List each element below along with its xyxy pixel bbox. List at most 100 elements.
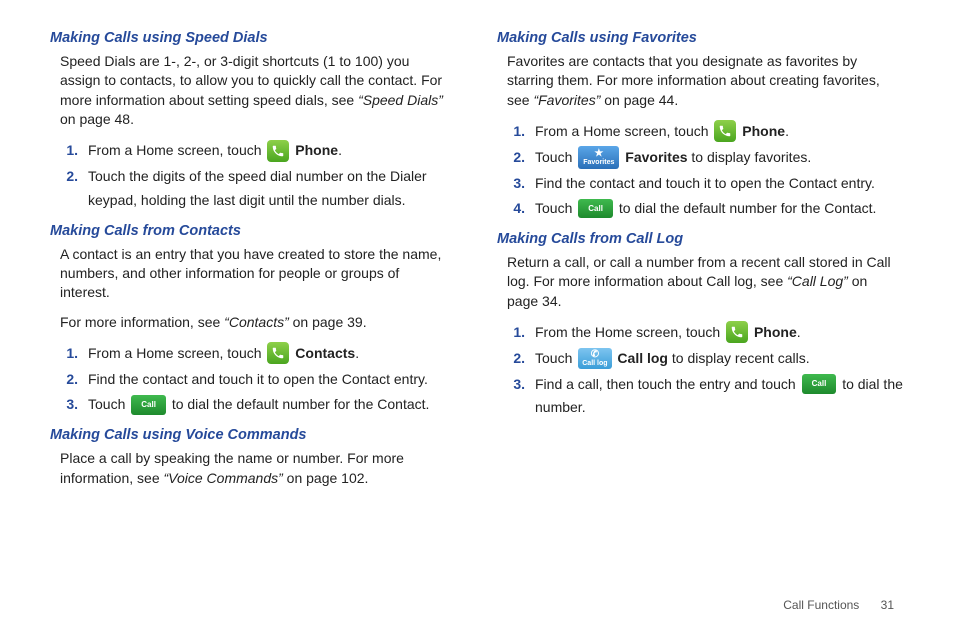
step-item: 1. From the Home screen, touch Phone.	[497, 321, 904, 345]
step-text: Find a call, then touch the entry and to…	[535, 373, 904, 421]
step-text: Touch Call to dial the default number fo…	[88, 393, 457, 417]
step-text: From a Home screen, touch Contacts.	[88, 342, 457, 366]
paragraph: For more information, see “Contacts” on …	[60, 313, 447, 332]
label-bold: Phone	[742, 123, 785, 139]
step-item: 1. From a Home screen, touch Phone.	[50, 139, 457, 163]
step-item: 2. Touch ★Favorites Favorites to display…	[497, 146, 904, 170]
step-text: From a Home screen, touch Phone.	[535, 120, 904, 144]
step-text: Find the contact and touch it to open th…	[535, 172, 904, 196]
step-item: 1. From a Home screen, touch Phone.	[497, 120, 904, 144]
step-item: 1. From a Home screen, touch Contacts.	[50, 342, 457, 366]
text: .	[355, 345, 359, 361]
step-number: 1.	[50, 342, 78, 366]
text: For more information, see	[60, 314, 224, 330]
two-column-layout: Making Calls using Speed Dials Speed Dia…	[50, 30, 904, 498]
step-text: From the Home screen, touch Phone.	[535, 321, 904, 345]
text: Touch	[535, 149, 576, 165]
phone-icon	[714, 120, 736, 142]
paragraph: Return a call, or call a number from a r…	[507, 253, 894, 311]
cross-reference: “Call Log”	[787, 273, 848, 289]
step-number: 3.	[497, 373, 525, 397]
ordered-steps: 1. From a Home screen, touch Phone. 2. T…	[497, 120, 904, 221]
text: on page 39.	[289, 314, 367, 330]
ordered-steps: 1. From the Home screen, touch Phone. 2.…	[497, 321, 904, 420]
label-bold: Call log	[617, 350, 668, 366]
step-text: Touch the digits of the speed dial numbe…	[88, 165, 457, 213]
phone-icon	[267, 140, 289, 162]
step-item: 2. Find the contact and touch it to open…	[50, 368, 457, 392]
step-item: 2. Touch the digits of the speed dial nu…	[50, 165, 457, 213]
step-number: 2.	[497, 347, 525, 371]
text: .	[797, 324, 801, 340]
section-heading: Making Calls using Favorites	[497, 30, 904, 46]
footer-section: Call Functions	[783, 598, 859, 612]
step-number: 2.	[50, 368, 78, 392]
text: Touch	[88, 396, 129, 412]
step-number: 2.	[497, 146, 525, 170]
icon-label: Favorites	[583, 159, 614, 166]
label-bold: Phone	[295, 142, 338, 158]
text: on page 48.	[60, 111, 134, 127]
step-item: 3. Find a call, then touch the entry and…	[497, 373, 904, 421]
text: .	[338, 142, 342, 158]
left-column: Making Calls using Speed Dials Speed Dia…	[50, 30, 457, 498]
phone-icon	[726, 321, 748, 343]
document-page: Making Calls using Speed Dials Speed Dia…	[0, 0, 954, 636]
cross-reference: “Voice Commands”	[164, 470, 283, 486]
text: Find a call, then touch the entry and to…	[535, 376, 800, 392]
text: From the Home screen, touch	[535, 324, 724, 340]
text: to display recent calls.	[668, 350, 810, 366]
icon-label: Call log	[582, 360, 607, 367]
favorites-icon: ★Favorites	[578, 146, 619, 169]
ordered-steps: 1. From a Home screen, touch Phone. 2. T…	[50, 139, 457, 212]
ordered-steps: 1. From a Home screen, touch Contacts. 2…	[50, 342, 457, 417]
step-number: 1.	[497, 120, 525, 144]
cross-reference: “Speed Dials”	[358, 92, 443, 108]
paragraph: Favorites are contacts that you designat…	[507, 52, 894, 110]
cross-reference: “Contacts”	[224, 314, 289, 330]
step-number: 1.	[50, 139, 78, 163]
section-heading: Making Calls using Speed Dials	[50, 30, 457, 46]
step-item: 4. Touch Call to dial the default number…	[497, 197, 904, 221]
section-heading: Making Calls using Voice Commands	[50, 427, 457, 443]
call-log-icon: ✆Call log	[578, 348, 611, 369]
right-column: Making Calls using Favorites Favorites a…	[497, 30, 904, 498]
step-text: From a Home screen, touch Phone.	[88, 139, 457, 163]
step-number: 1.	[497, 321, 525, 345]
label-bold: Phone	[754, 324, 797, 340]
text: .	[785, 123, 789, 139]
label-bold: Contacts	[295, 345, 355, 361]
step-number: 3.	[497, 172, 525, 196]
text: From a Home screen, touch	[88, 142, 265, 158]
call-button-icon: Call	[578, 199, 613, 219]
step-number: 2.	[50, 165, 78, 189]
text: From a Home screen, touch	[88, 345, 265, 361]
step-text: Find the contact and touch it to open th…	[88, 368, 457, 392]
step-text: Touch ✆Call log Call log to display rece…	[535, 347, 904, 371]
step-text: Touch ★Favorites Favorites to display fa…	[535, 146, 904, 170]
step-number: 4.	[497, 197, 525, 221]
text: to dial the default number for the Conta…	[172, 396, 430, 412]
section-heading: Making Calls from Call Log	[497, 231, 904, 247]
paragraph: Place a call by speaking the name or num…	[60, 449, 447, 488]
text: Touch	[535, 200, 576, 216]
call-button-icon: Call	[131, 395, 166, 415]
phone-icon	[267, 342, 289, 364]
step-item: 2. Touch ✆Call log Call log to display r…	[497, 347, 904, 371]
text: on page 102.	[283, 470, 369, 486]
text: to display favorites.	[688, 149, 812, 165]
page-number: 31	[881, 598, 894, 612]
step-item: 3. Find the contact and touch it to open…	[497, 172, 904, 196]
step-number: 3.	[50, 393, 78, 417]
step-text: Touch Call to dial the default number fo…	[535, 197, 904, 221]
label-bold: Favorites	[625, 149, 687, 165]
page-footer: Call Functions 31	[783, 598, 894, 612]
call-button-icon: Call	[802, 374, 837, 394]
text: From a Home screen, touch	[535, 123, 712, 139]
section-heading: Making Calls from Contacts	[50, 223, 457, 239]
paragraph: Speed Dials are 1-, 2-, or 3-digit short…	[60, 52, 447, 129]
text: Touch	[535, 350, 576, 366]
step-item: 3. Touch Call to dial the default number…	[50, 393, 457, 417]
paragraph: A contact is an entry that you have crea…	[60, 245, 447, 303]
cross-reference: “Favorites”	[533, 92, 600, 108]
